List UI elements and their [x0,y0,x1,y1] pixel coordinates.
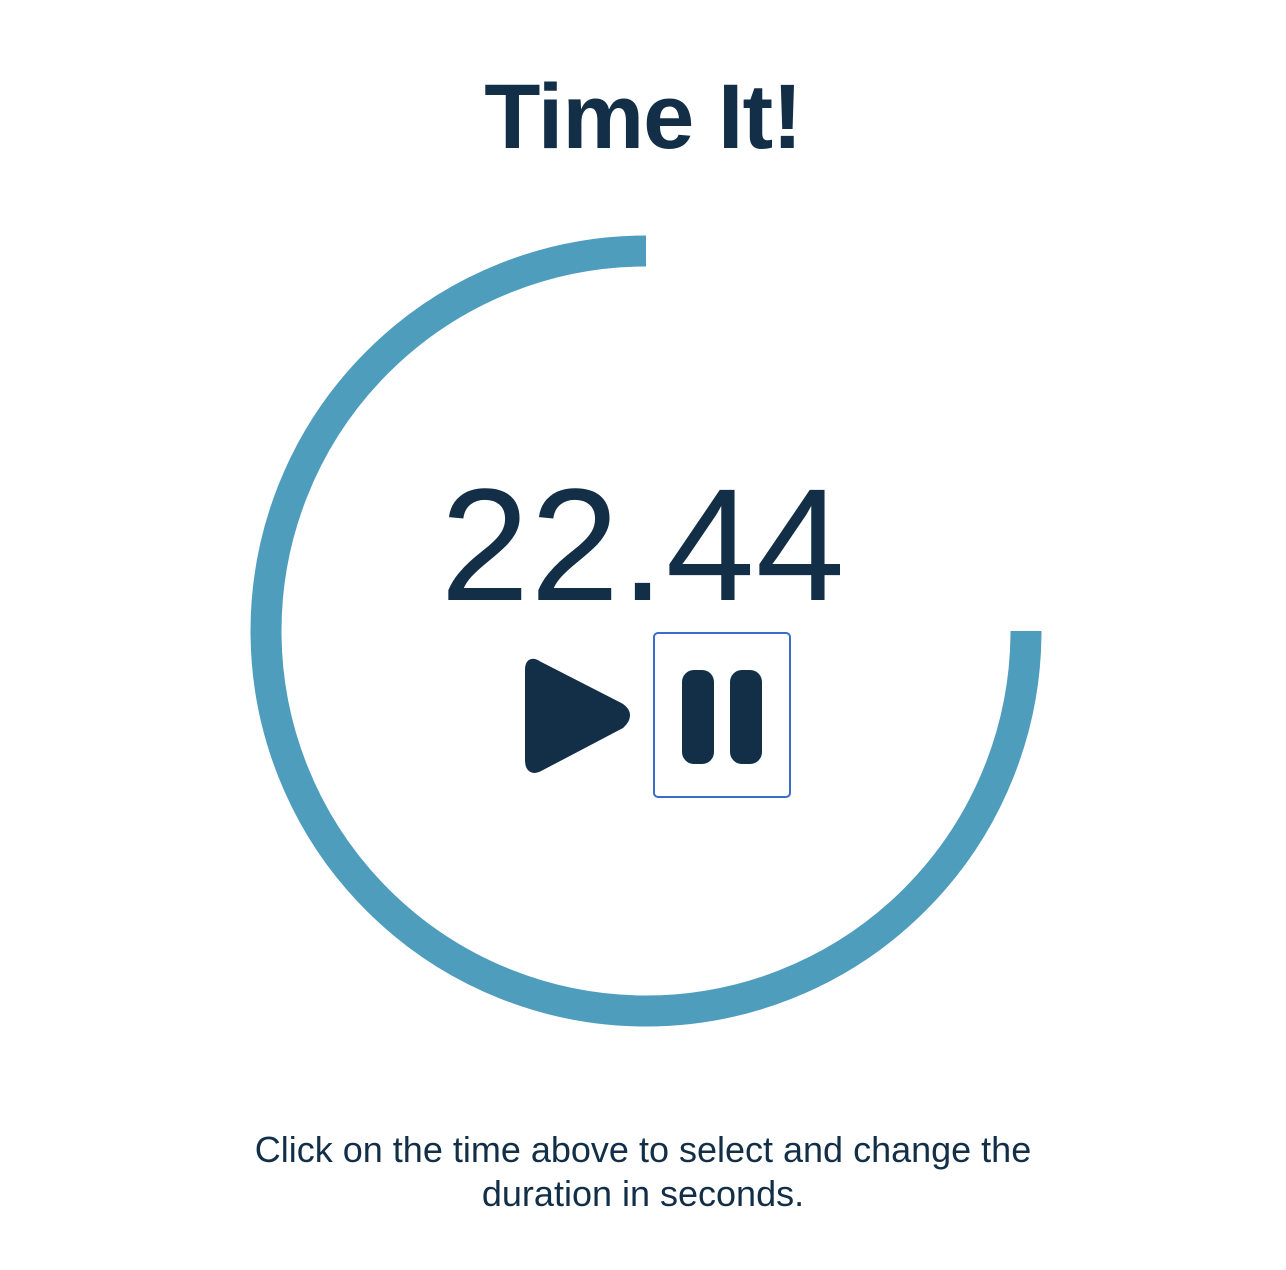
progress-ring [250,235,1042,1027]
instructions-text: Click on the time above to select and ch… [254,1129,1032,1214]
pause-icon [682,670,762,764]
pause-button[interactable] [653,632,791,798]
play-button[interactable] [516,646,638,784]
play-icon [525,658,630,773]
time-display[interactable]: 22.44 [343,460,943,630]
timer: 22.44 [0,0,1286,1270]
